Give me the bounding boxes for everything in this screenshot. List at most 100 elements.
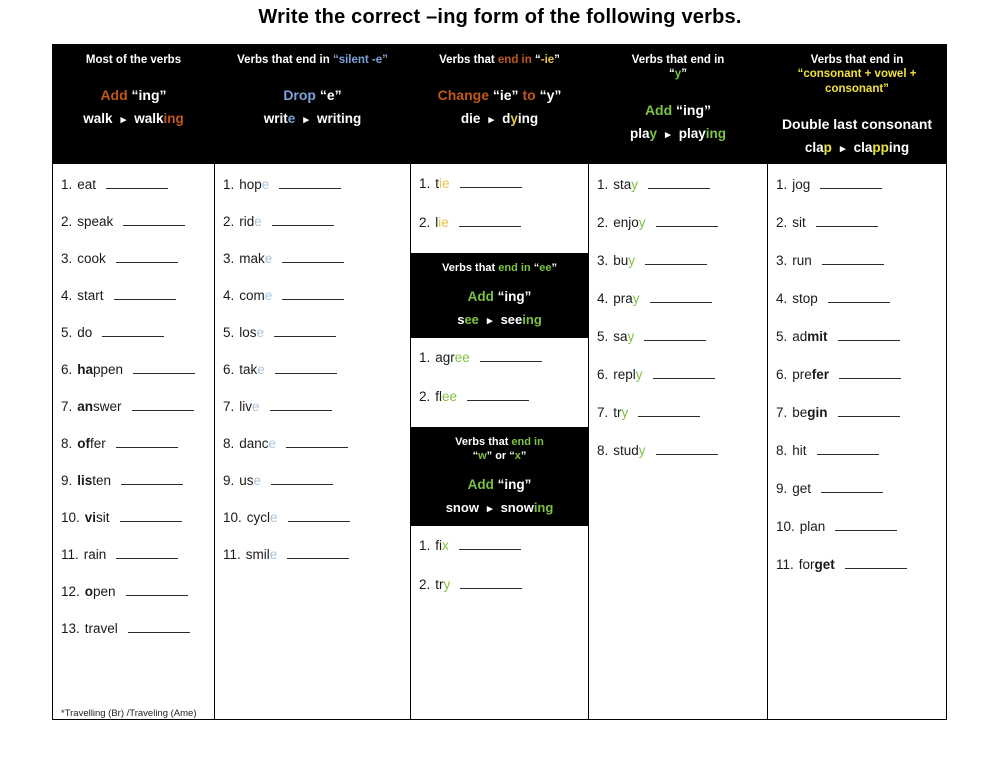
answer-blank[interactable] [837, 328, 900, 341]
answer-blank[interactable] [115, 435, 178, 448]
ie-ee-wx-sub1-header: Verbs that end in “ee” Add “ing” see ▸ see… [411, 253, 588, 339]
answer-blank[interactable] [113, 287, 176, 300]
ie-ee-wx-sub2-example-part-4: ing [533, 499, 554, 515]
verb-part-1: y [621, 405, 629, 420]
verb-part-0: tak [239, 362, 258, 377]
answer-blank[interactable] [460, 576, 523, 589]
item-number: 8. [223, 436, 235, 451]
answer-blank[interactable] [837, 404, 900, 417]
answer-blank[interactable] [274, 361, 337, 374]
list-item: 1. eat [53, 176, 214, 192]
verb-word: travel [85, 621, 118, 636]
answer-blank[interactable] [821, 252, 884, 265]
verb-word: enjoy [613, 215, 645, 230]
list-item: 4. come [215, 287, 410, 303]
answer-blank[interactable] [286, 435, 349, 448]
answer-blank[interactable] [815, 214, 878, 227]
verb-part-0: sit [792, 215, 806, 230]
answer-blank[interactable] [645, 252, 708, 265]
item-number: 7. [61, 399, 73, 414]
answer-blank[interactable] [121, 472, 184, 485]
answer-blank[interactable] [458, 214, 521, 227]
cvc-double-action-part-0: Double last consonant [781, 116, 933, 133]
verb-part-1: gin [807, 405, 828, 420]
answer-blank[interactable] [279, 176, 342, 189]
answer-blank[interactable] [458, 537, 521, 550]
answer-blank[interactable] [648, 176, 711, 189]
answer-blank[interactable] [123, 213, 186, 226]
ie-ee-wx-example-part-0: di [460, 111, 473, 127]
list-item: 13. travel [53, 620, 214, 636]
answer-blank[interactable] [835, 518, 898, 531]
list-item: 6. reply [589, 366, 767, 382]
list-item: 10. plan [768, 518, 946, 534]
verb-part-0: be [792, 405, 808, 420]
verb-word: try [435, 577, 450, 592]
answer-blank[interactable] [816, 442, 879, 455]
answer-blank[interactable] [827, 290, 890, 303]
answer-blank[interactable] [116, 546, 179, 559]
verb-word: come [239, 288, 272, 303]
ie-ee-wx-sub1-list: 1. agree 2. flee [411, 338, 588, 427]
answer-blank[interactable] [652, 366, 715, 379]
answer-blank[interactable] [467, 388, 530, 402]
verb-part-0: los [239, 325, 257, 340]
list-item: 4. stop [768, 290, 946, 306]
answer-blank[interactable] [649, 290, 712, 303]
answer-blank[interactable] [106, 176, 169, 189]
answer-blank[interactable] [287, 546, 350, 559]
answer-blank[interactable] [133, 361, 196, 374]
list-item: 2. try [411, 576, 588, 592]
verb-part-0: lis [77, 473, 93, 488]
ie-ee-wx-sub2-rule-part-6: ” [520, 449, 527, 462]
answer-blank[interactable] [655, 214, 718, 227]
answer-blank[interactable] [459, 175, 522, 188]
answer-blank[interactable] [644, 328, 707, 341]
answer-blank[interactable] [102, 324, 165, 337]
answer-blank[interactable] [127, 620, 190, 633]
answer-blank[interactable] [269, 398, 332, 411]
answer-blank[interactable] [282, 287, 345, 300]
ie-ee-wx-sub1-example-part-5: ing [522, 311, 542, 327]
answer-blank[interactable] [125, 583, 188, 596]
answer-blank[interactable] [115, 250, 178, 263]
answer-blank[interactable] [839, 366, 902, 379]
cvc-double-list: 1. jog 2. sit 3. run 4. stop 5. admit 6. prefer 7. be… [768, 164, 946, 719]
answer-blank[interactable] [131, 398, 194, 411]
verb-part-1: y [627, 329, 635, 344]
verb-word: jog [792, 177, 810, 192]
answer-blank[interactable] [119, 509, 182, 522]
ie-ee-wx-sub1-example-text: see ▸ seeing [415, 312, 584, 328]
verb-word: speak [77, 214, 113, 229]
answer-blank[interactable] [821, 480, 884, 493]
verb-part-0: an [77, 399, 94, 414]
verb-part-0: rid [239, 214, 255, 229]
answer-blank[interactable] [271, 213, 334, 226]
answer-blank[interactable] [271, 472, 334, 485]
item-number: 6. [776, 367, 788, 382]
verb-word: reply [613, 367, 642, 382]
item-number: 6. [597, 367, 609, 382]
item-number: 1. [597, 177, 609, 192]
item-number: 5. [597, 329, 609, 344]
verb-part-1: e [256, 325, 265, 340]
answer-blank[interactable] [282, 250, 345, 263]
verb-part-0: stud [613, 443, 639, 458]
verb-word: do [77, 325, 92, 340]
answer-blank[interactable] [479, 349, 542, 363]
answer-blank[interactable] [655, 442, 718, 455]
ie-ee-wx-sub1-action-part-1: “ing” [497, 288, 532, 304]
verb-part-0: pre [792, 367, 812, 382]
column-silent-e: Verbs that end in “silent -e” Drop “e” wri… [215, 45, 411, 719]
verb-word: get [792, 481, 811, 496]
verb-word: offer [77, 436, 106, 451]
answer-blank[interactable] [274, 324, 337, 337]
ie-ee-wx-sub1-example-part-4: ee [507, 311, 523, 327]
most-verbs-action-text: Add “ing” [57, 87, 210, 104]
answer-blank[interactable] [844, 556, 907, 569]
answer-blank[interactable] [638, 404, 701, 417]
verb-part-0: hit [792, 443, 807, 458]
ie-ee-wx-header: Verbs that end in “-ie” Change “ie” to “y… [411, 45, 588, 164]
answer-blank[interactable] [820, 176, 883, 189]
answer-blank[interactable] [287, 509, 350, 522]
